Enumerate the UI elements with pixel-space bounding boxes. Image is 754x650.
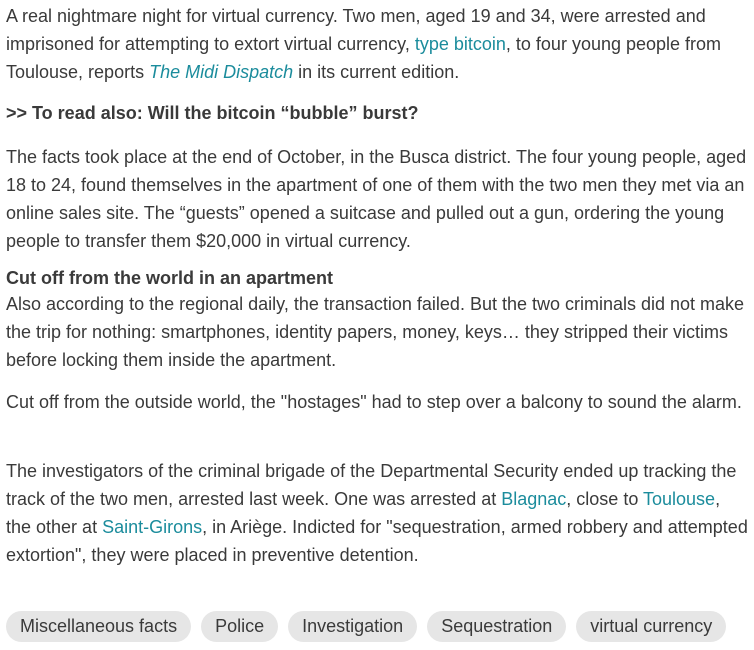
investigation-paragraph: The investigators of the criminal brigad… bbox=[6, 457, 748, 569]
transaction-paragraph: Also according to the regional daily, th… bbox=[6, 294, 745, 370]
link-toulouse[interactable]: Toulouse bbox=[643, 489, 715, 509]
tag-police[interactable]: Police bbox=[201, 611, 279, 642]
intro-text-part-c: in its current edition. bbox=[293, 62, 460, 82]
read-also-link[interactable]: >> To read also: Will the bitcoin “bubbl… bbox=[6, 99, 419, 127]
intro-paragraph: A real nightmare night for virtual curre… bbox=[6, 2, 748, 86]
tag-virtual-currency[interactable]: virtual currency bbox=[576, 611, 727, 642]
tag-investigation[interactable]: Investigation bbox=[288, 611, 418, 642]
tag-miscellaneous-facts[interactable]: Miscellaneous facts bbox=[6, 611, 192, 642]
tag-sequestration[interactable]: Sequestration bbox=[427, 611, 567, 642]
tag-list: Miscellaneous facts Police Investigation… bbox=[6, 611, 727, 642]
link-midi-dispatch[interactable]: The Midi Dispatch bbox=[149, 62, 293, 82]
investigation-text-part-b: , close to bbox=[566, 489, 644, 509]
hostages-paragraph: Cut off from the outside world, the "hos… bbox=[6, 392, 742, 412]
section-subheading: Cut off from the world in an apartment bbox=[6, 268, 333, 288]
link-blagnac[interactable]: Blagnac bbox=[501, 489, 566, 509]
facts-paragraph: The facts took place at the end of Octob… bbox=[6, 147, 747, 251]
link-saint-girons[interactable]: Saint-Girons bbox=[102, 517, 202, 537]
link-type-bitcoin[interactable]: type bitcoin bbox=[415, 34, 506, 54]
